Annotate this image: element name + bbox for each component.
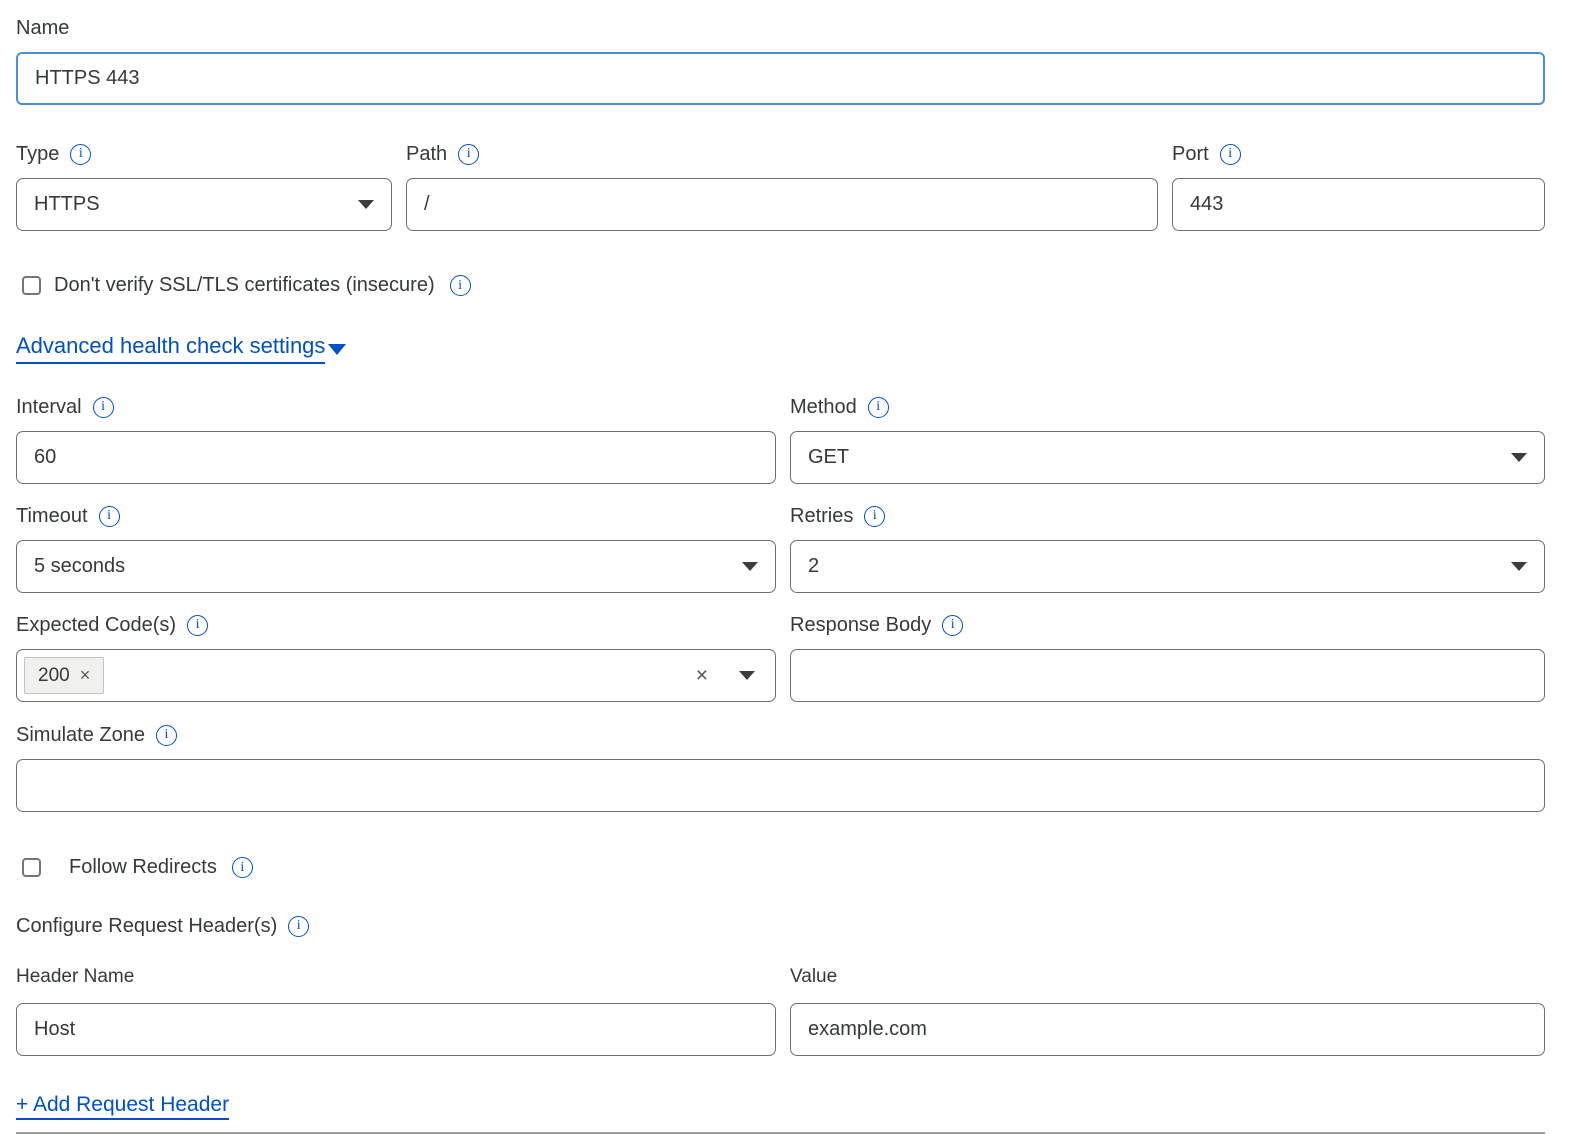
chevron-down-icon[interactable]: [739, 671, 755, 680]
interval-label: Interval i: [16, 395, 776, 419]
request-header-row: Header Name Value: [16, 965, 1545, 1056]
retries-field: Retries i 2: [790, 504, 1545, 593]
info-icon[interactable]: i: [450, 275, 471, 296]
expected-code-tag-value: 200: [38, 665, 70, 687]
retries-label-text: Retries: [790, 504, 853, 528]
retries-select[interactable]: 2: [790, 540, 1545, 593]
simulate-zone-label: Simulate Zone i: [16, 723, 1545, 747]
info-icon[interactable]: i: [288, 916, 309, 937]
name-input[interactable]: [16, 52, 1545, 105]
path-field: Path i: [406, 142, 1158, 231]
add-request-header-link[interactable]: + Add Request Header: [16, 1093, 229, 1117]
header-value-label-text: Value: [790, 965, 837, 989]
chevron-down-icon: [1511, 562, 1527, 571]
remove-tag-icon[interactable]: ×: [80, 665, 91, 686]
retries-select-value: 2: [808, 555, 819, 578]
response-body-field: Response Body i: [790, 613, 1545, 702]
type-select-value: HTTPS: [34, 193, 100, 216]
header-value-label: Value: [790, 965, 1545, 989]
health-check-form: Name Type i HTTPS Path i Port i: [16, 0, 1545, 1134]
ssl-verify-label: Don't verify SSL/TLS certificates (insec…: [54, 274, 435, 297]
port-field: Port i: [1172, 142, 1545, 231]
name-label: Name: [16, 16, 1545, 40]
path-label: Path i: [406, 142, 1158, 166]
method-field: Method i GET: [790, 395, 1545, 484]
name-field: Name: [16, 16, 1545, 105]
multiselect-controls: ×: [696, 665, 755, 686]
advanced-settings-link[interactable]: Advanced health check settings: [16, 333, 1545, 364]
follow-redirects-row: Follow Redirects i: [16, 856, 1545, 879]
header-value-input[interactable]: [790, 1003, 1545, 1056]
method-select-value: GET: [808, 446, 849, 469]
response-body-label-text: Response Body: [790, 613, 931, 637]
clear-icon[interactable]: ×: [696, 665, 708, 686]
chevron-down-icon: [742, 562, 758, 571]
expected-codes-label-text: Expected Code(s): [16, 613, 176, 637]
header-name-input[interactable]: [16, 1003, 776, 1056]
method-label: Method i: [790, 395, 1545, 419]
expected-codes-select[interactable]: 200 × ×: [16, 649, 776, 702]
interval-field: Interval i: [16, 395, 776, 484]
response-body-label: Response Body i: [790, 613, 1545, 637]
chevron-down-icon: [358, 200, 374, 209]
path-input[interactable]: [406, 178, 1158, 231]
advanced-settings-link-text: Advanced health check settings: [16, 333, 325, 364]
info-icon[interactable]: i: [942, 615, 963, 636]
simulate-zone-field: Simulate Zone i: [16, 723, 1545, 812]
method-select[interactable]: GET: [790, 431, 1545, 484]
simulate-zone-input[interactable]: [16, 759, 1545, 812]
expected-codes-field: Expected Code(s) i 200 × ×: [16, 613, 776, 702]
timeout-select[interactable]: 5 seconds: [16, 540, 776, 593]
header-value-field: Value: [790, 965, 1545, 1056]
port-label-text: Port: [1172, 142, 1209, 166]
expected-codes-label: Expected Code(s) i: [16, 613, 776, 637]
info-icon[interactable]: i: [868, 397, 889, 418]
info-icon[interactable]: i: [99, 506, 120, 527]
info-icon[interactable]: i: [70, 144, 91, 165]
info-icon[interactable]: i: [1220, 144, 1241, 165]
simulate-zone-label-text: Simulate Zone: [16, 723, 145, 747]
follow-redirects-label: Follow Redirects: [69, 856, 217, 879]
follow-redirects-checkbox[interactable]: [22, 858, 41, 877]
interval-label-text: Interval: [16, 395, 82, 419]
chevron-down-icon: [1511, 453, 1527, 462]
type-label: Type i: [16, 142, 392, 166]
timeout-field: Timeout i 5 seconds: [16, 504, 776, 593]
type-label-text: Type: [16, 142, 59, 166]
info-icon[interactable]: i: [864, 506, 885, 527]
info-icon[interactable]: i: [187, 615, 208, 636]
retries-label: Retries i: [790, 504, 1545, 528]
timeout-label: Timeout i: [16, 504, 776, 528]
expected-code-tag: 200 ×: [24, 657, 104, 694]
info-icon[interactable]: i: [232, 857, 253, 878]
info-icon[interactable]: i: [458, 144, 479, 165]
type-path-port-row: Type i HTTPS Path i Port i: [16, 142, 1545, 231]
info-icon[interactable]: i: [156, 725, 177, 746]
ssl-verify-checkbox[interactable]: [22, 276, 41, 295]
request-headers-section-text: Configure Request Header(s): [16, 914, 277, 938]
timeout-label-text: Timeout: [16, 504, 88, 528]
port-label: Port i: [1172, 142, 1545, 166]
type-field: Type i HTTPS: [16, 142, 392, 231]
advanced-settings-grid: Interval i Method i GET Timeout i 5 seco…: [16, 395, 1545, 702]
ssl-verify-row: Don't verify SSL/TLS certificates (insec…: [16, 274, 1545, 297]
name-label-text: Name: [16, 16, 69, 40]
type-select[interactable]: HTTPS: [16, 178, 392, 231]
info-icon[interactable]: i: [93, 397, 114, 418]
interval-input[interactable]: [16, 431, 776, 484]
chevron-down-icon: [328, 344, 346, 355]
path-label-text: Path: [406, 142, 447, 166]
response-body-input[interactable]: [790, 649, 1545, 702]
method-label-text: Method: [790, 395, 857, 419]
port-input[interactable]: [1172, 178, 1545, 231]
request-headers-section-label: Configure Request Header(s) i: [16, 914, 1545, 938]
header-name-label-text: Header Name: [16, 965, 134, 989]
timeout-select-value: 5 seconds: [34, 555, 125, 578]
header-name-label: Header Name: [16, 965, 776, 989]
header-name-field: Header Name: [16, 965, 776, 1056]
